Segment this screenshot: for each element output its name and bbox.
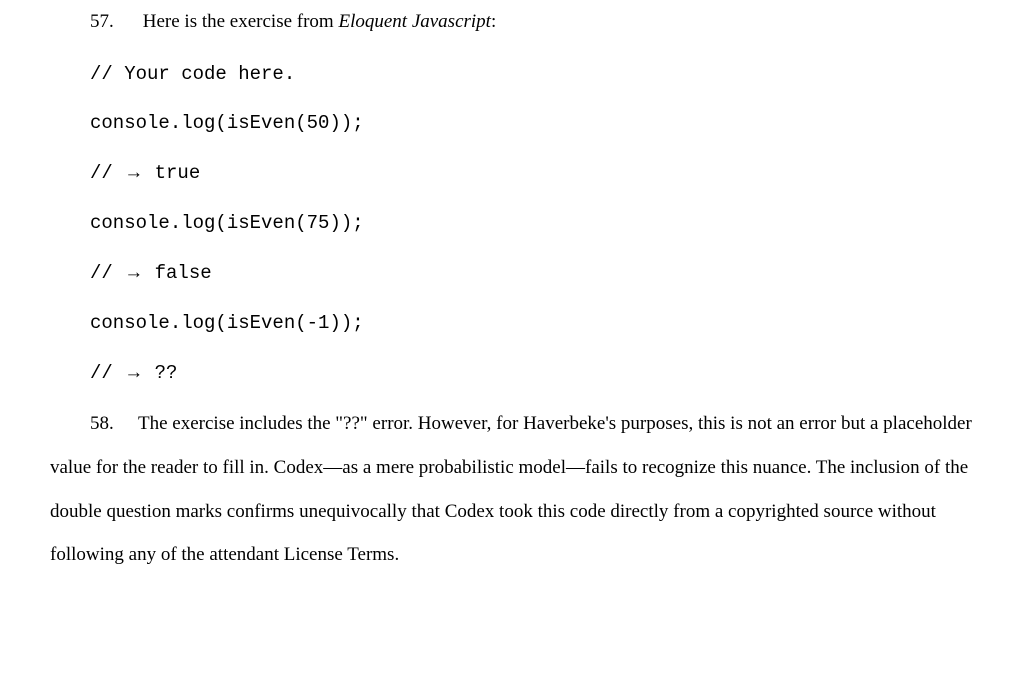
para-number: 57. bbox=[90, 0, 138, 44]
result-value: ?? bbox=[143, 362, 177, 384]
para-number: 58. bbox=[90, 402, 138, 446]
code-line-log-50: console.log(isEven(50)); bbox=[90, 99, 984, 148]
paragraph-57: 57. Here is the exercise from Eloquent J… bbox=[90, 0, 984, 44]
para-text-after: : bbox=[491, 11, 496, 32]
code-line-result-false: // → false bbox=[90, 248, 984, 298]
code-line-log-neg1: console.log(isEven(-1)); bbox=[90, 299, 984, 348]
result-value: false bbox=[143, 262, 211, 284]
code-line-result-qq: // → ?? bbox=[90, 348, 984, 398]
book-title: Eloquent Javascript bbox=[338, 11, 491, 32]
para-text-before: Here is the exercise from bbox=[143, 11, 339, 32]
comment-prefix: // bbox=[90, 162, 124, 184]
comment-prefix: // bbox=[90, 262, 124, 284]
result-value: true bbox=[143, 162, 200, 184]
comment-prefix: // bbox=[90, 362, 124, 384]
arrow-icon: → bbox=[124, 262, 143, 283]
arrow-icon: → bbox=[124, 362, 143, 383]
para-text: The exercise includes the "??" error. Ho… bbox=[50, 413, 972, 565]
code-line-log-75: console.log(isEven(75)); bbox=[90, 199, 984, 248]
code-line-result-true: // → true bbox=[90, 148, 984, 198]
paragraph-58: 58.The exercise includes the "??" error.… bbox=[50, 402, 984, 577]
document-page: 57. Here is the exercise from Eloquent J… bbox=[0, 0, 1034, 684]
arrow-icon: → bbox=[124, 162, 143, 183]
code-line-comment-your-code: // Your code here. bbox=[90, 50, 984, 99]
